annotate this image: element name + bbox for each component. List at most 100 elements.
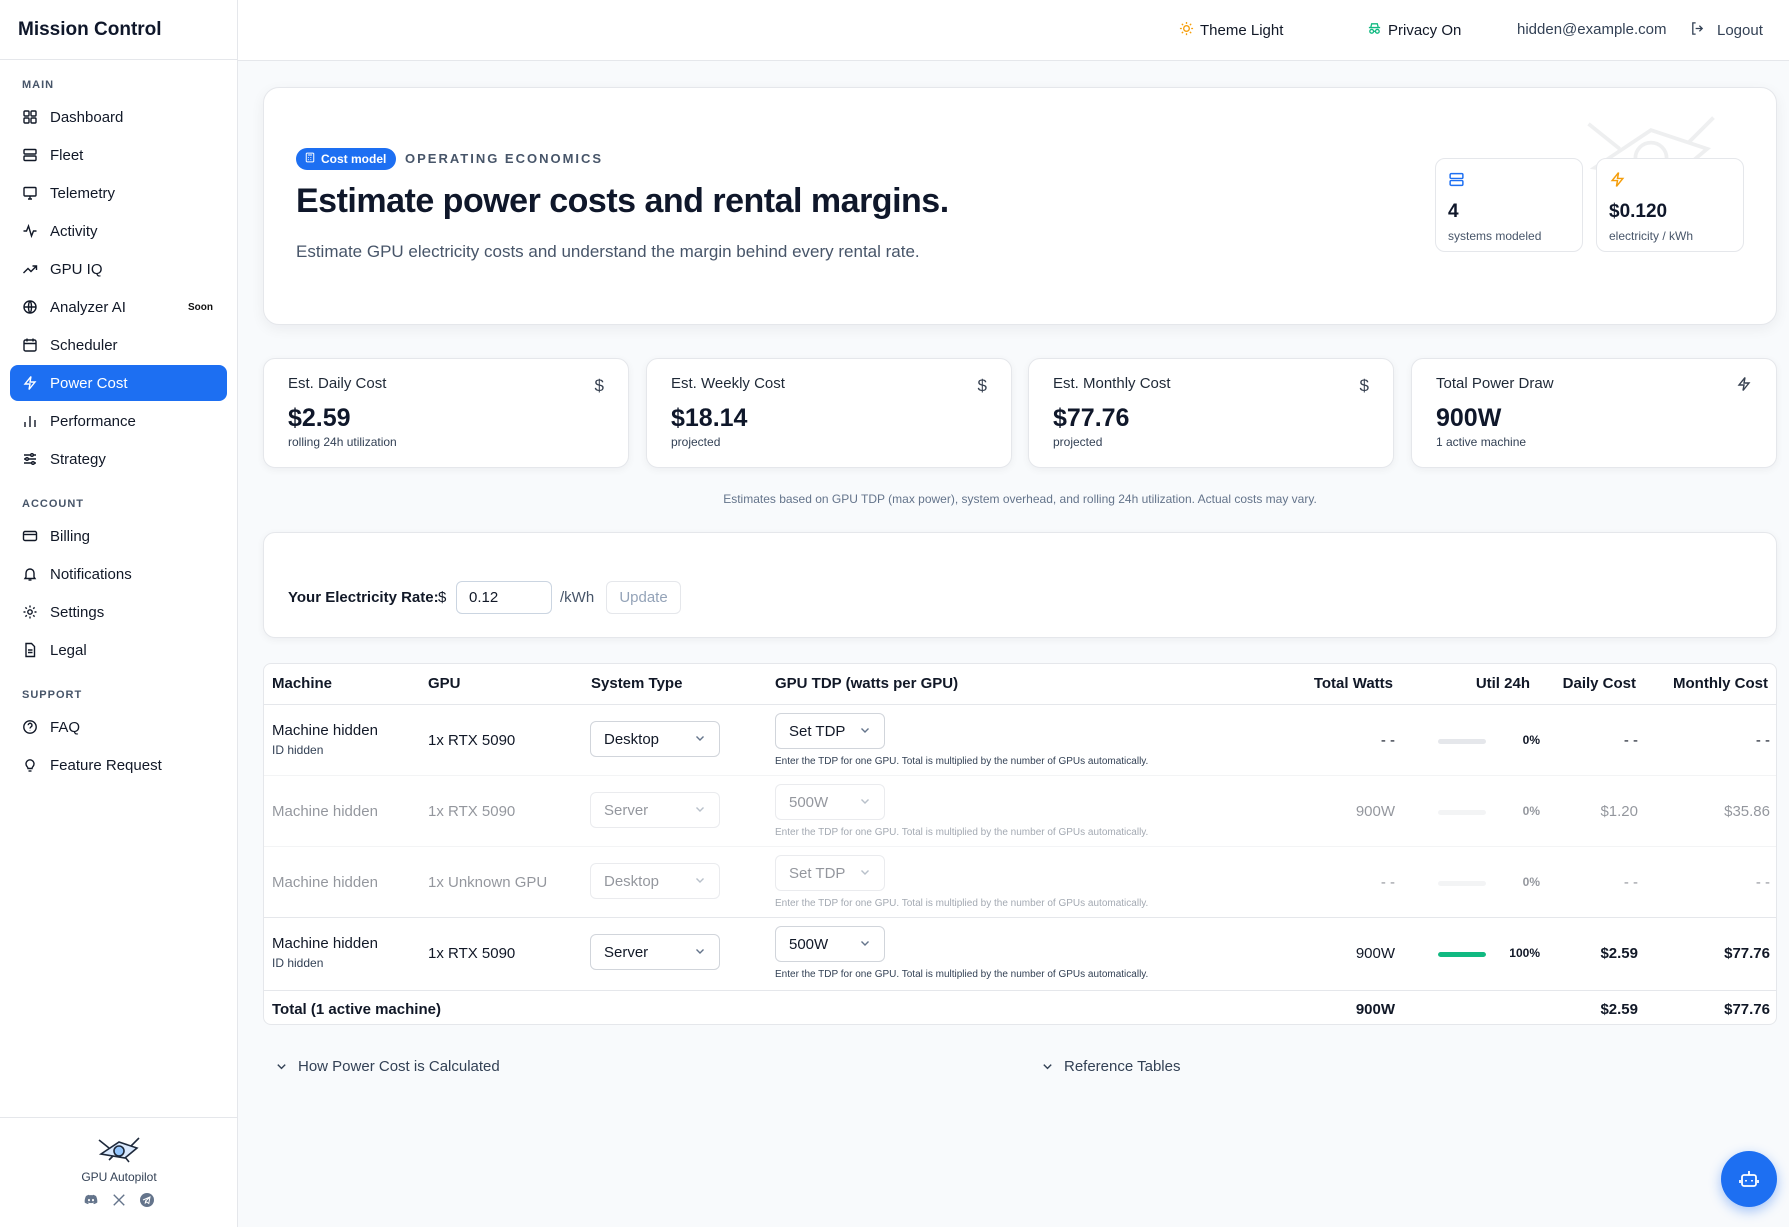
logout-button[interactable]: Logout (1690, 21, 1763, 40)
sidebar-item-gpu-iq[interactable]: GPU IQ (10, 251, 227, 287)
help-circle-icon (22, 719, 38, 735)
section-label-main: MAIN (22, 79, 55, 91)
hero-card: Cost model OPERATING ECONOMICS Estimate … (263, 87, 1777, 325)
social-links (0, 1192, 238, 1208)
discord-icon[interactable] (83, 1192, 99, 1208)
sidebar-item-strategy[interactable]: Strategy (10, 441, 227, 477)
footer-brand-name: GPU Autopilot (81, 1170, 157, 1184)
kpi-subtitle: rolling 24h utilization (288, 435, 397, 449)
sidebar-item-scheduler[interactable]: Scheduler (10, 327, 227, 363)
kpi-total-power-draw: Total Power Draw 900W 1 active machine (1411, 358, 1777, 468)
telegram-icon[interactable] (139, 1192, 155, 1208)
section-label-support: SUPPORT (22, 689, 83, 701)
reference-tables-toggle[interactable]: Reference Tables (1041, 1058, 1180, 1075)
sidebar-item-dashboard[interactable]: Dashboard (10, 99, 227, 135)
system-type-select[interactable]: Desktop (590, 863, 720, 899)
monthly-cost: $35.86 (1724, 803, 1770, 820)
total-watts: 900W (1355, 1001, 1395, 1018)
util-bar-fill (1438, 952, 1486, 957)
sliders-icon (22, 451, 38, 467)
monthly-cost: $77.76 (1724, 945, 1770, 962)
bolt-icon (1609, 172, 1626, 192)
sidebar-item-telemetry[interactable]: Telemetry (10, 175, 227, 211)
electricity-rate-input[interactable] (456, 581, 552, 614)
col-header-machine: Machine (272, 675, 333, 692)
tdp-hint: Enter the TDP for one GPU. Total is mult… (775, 898, 1149, 909)
cost-model-badge: Cost model (296, 148, 397, 170)
stat-electricity-rate: $0.120 electricity / kWh (1596, 158, 1744, 252)
table-total-row: Total (1 active machine) 900W $2.59 $77.… (264, 990, 1776, 1024)
theme-toggle[interactable]: Theme Light (1179, 21, 1283, 40)
bolt-icon (22, 375, 38, 391)
sidebar-item-billing[interactable]: Billing (10, 518, 227, 554)
sidebar-item-feature-request[interactable]: Feature Request (10, 747, 227, 783)
tdp-hint: Enter the TDP for one GPU. Total is mult… (775, 756, 1149, 767)
monthly-cost: - - (1755, 732, 1770, 749)
gpu-label: 1x RTX 5090 (428, 732, 516, 749)
chevron-down-icon (696, 949, 704, 954)
table-row: Machine hidden ID hidden 1x RTX 5090 Ser… (264, 917, 1776, 988)
sidebar-item-notifications[interactable]: Notifications (10, 556, 227, 592)
system-type-select[interactable]: Server (590, 792, 720, 828)
sidebar-item-activity[interactable]: Activity (10, 213, 227, 249)
sidebar-item-performance[interactable]: Performance (10, 403, 227, 439)
theme-label: Theme Light (1200, 22, 1284, 39)
sidebar-item-label: Notifications (50, 565, 132, 583)
privacy-toggle[interactable]: Privacy On (1367, 21, 1461, 40)
sidebar-item-faq[interactable]: FAQ (10, 709, 227, 745)
chevron-down-icon (696, 736, 704, 741)
sidebar-item-legal[interactable]: Legal (10, 632, 227, 668)
util-bar (1438, 952, 1486, 957)
sidebar-item-settings[interactable]: Settings (10, 594, 227, 630)
tdp-hint: Enter the TDP for one GPU. Total is mult… (775, 827, 1149, 838)
system-type-select[interactable]: Server (590, 934, 720, 970)
select-value: 500W (789, 935, 829, 953)
assistant-chat-button[interactable] (1721, 1151, 1777, 1207)
chevron-down-icon (696, 878, 704, 883)
table-row: Machine hidden 1x Unknown GPU Desktop Se… (264, 846, 1776, 917)
globe-icon (22, 299, 38, 315)
update-rate-button[interactable]: Update (606, 581, 681, 614)
x-twitter-icon[interactable] (111, 1192, 127, 1208)
currency-symbol: $ (438, 589, 447, 606)
user-email: hidden@example.com (1517, 21, 1667, 38)
logout-icon (1690, 21, 1705, 40)
system-type-select[interactable]: Desktop (590, 721, 720, 757)
gpu-tdp-select[interactable]: 500W (775, 926, 885, 962)
sidebar-item-analyzer-ai[interactable]: Analyzer AI Soon (10, 289, 227, 325)
chevron-down-icon (861, 799, 869, 804)
sidebar-item-label: Power Cost (50, 374, 128, 392)
kpi-weekly-cost: Est. Weekly Cost $18.14 projected $ (646, 358, 1012, 468)
calculator-icon (305, 152, 315, 166)
sidebar: Mission Control MAIN Dashboard Fleet Tel… (0, 0, 238, 1227)
kpi-title: Est. Daily Cost (288, 375, 387, 392)
gpu-tdp-select[interactable]: 500W (775, 784, 885, 820)
sidebar-item-power-cost[interactable]: Power Cost (10, 365, 227, 401)
sidebar-item-label: Feature Request (50, 756, 162, 774)
sidebar-item-label: Scheduler (50, 336, 118, 354)
sidebar-item-label: Performance (50, 412, 136, 430)
select-value: 500W (789, 793, 829, 811)
kpi-value: $2.59 (288, 404, 351, 432)
stat-value: 4 (1448, 201, 1459, 222)
stat-systems-modeled: 4 systems modeled (1435, 158, 1583, 252)
trending-up-icon (22, 261, 38, 277)
collapse-label: How Power Cost is Calculated (298, 1058, 500, 1075)
sidebar-item-label: Billing (50, 527, 91, 545)
stat-label: systems modeled (1448, 229, 1542, 243)
chevron-down-icon (861, 728, 869, 733)
gpu-tdp-select[interactable]: Set TDP (775, 713, 885, 749)
document-icon (22, 642, 38, 658)
gpu-tdp-select[interactable]: Set TDP (775, 855, 885, 891)
stat-value: $0.120 (1609, 201, 1668, 222)
dollar-icon: $ (977, 376, 987, 395)
select-value: Desktop (604, 872, 660, 890)
util-percent: 0% (1522, 804, 1540, 818)
kpi-monthly-cost: Est. Monthly Cost $77.76 projected $ (1028, 358, 1394, 468)
how-power-cost-calculated-toggle[interactable]: How Power Cost is Calculated (275, 1058, 500, 1075)
util-percent: 100% (1509, 946, 1540, 960)
logout-label: Logout (1717, 22, 1763, 39)
select-value: Set TDP (789, 722, 846, 740)
sidebar-item-fleet[interactable]: Fleet (10, 137, 227, 173)
monitor-icon (22, 185, 38, 201)
